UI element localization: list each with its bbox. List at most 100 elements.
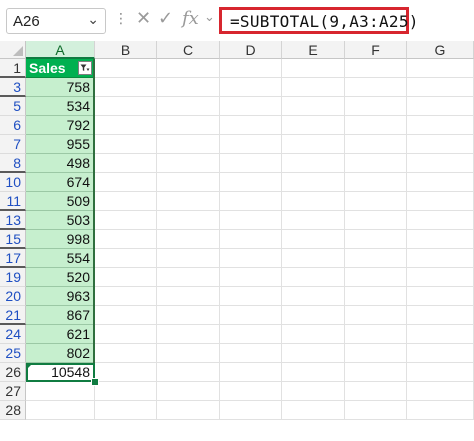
empty-cell[interactable] [345, 116, 407, 135]
empty-cell[interactable] [282, 344, 345, 363]
enter-check-icon[interactable]: ✓ [158, 8, 173, 29]
select-all-button[interactable] [0, 41, 26, 59]
subtotal-cell[interactable]: 10548 [26, 363, 95, 382]
empty-cell[interactable] [282, 59, 345, 78]
empty-cell[interactable] [95, 230, 157, 249]
empty-cell[interactable] [282, 97, 345, 116]
row-header-8[interactable]: 8 [0, 154, 26, 173]
empty-cell[interactable] [220, 382, 282, 401]
row-header-17[interactable]: 17 [0, 249, 26, 268]
empty-cell[interactable] [220, 268, 282, 287]
empty-cell[interactable] [407, 268, 474, 287]
column-header-e[interactable]: E [282, 41, 345, 59]
empty-cell[interactable] [407, 249, 474, 268]
empty-cell[interactable] [95, 306, 157, 325]
empty-cell[interactable] [157, 306, 220, 325]
empty-cell[interactable] [220, 211, 282, 230]
empty-cell[interactable] [345, 97, 407, 116]
empty-cell[interactable] [345, 230, 407, 249]
empty-cell[interactable] [220, 116, 282, 135]
empty-cell[interactable] [95, 135, 157, 154]
empty-cell[interactable] [407, 287, 474, 306]
sales-value-cell[interactable]: 621 [26, 325, 95, 344]
empty-cell[interactable] [282, 287, 345, 306]
empty-cell[interactable] [407, 401, 474, 420]
empty-cell[interactable] [157, 325, 220, 344]
sales-value-cell[interactable]: 802 [26, 344, 95, 363]
sales-value-cell[interactable]: 955 [26, 135, 95, 154]
empty-cell[interactable] [220, 363, 282, 382]
row-header-19[interactable]: 19 [0, 268, 26, 287]
column-header-c[interactable]: C [157, 41, 220, 59]
row-header-10[interactable]: 10 [0, 173, 26, 192]
formula-indicator-icon[interactable] [27, 363, 33, 369]
sales-value-cell[interactable]: 998 [26, 230, 95, 249]
empty-cell[interactable] [157, 268, 220, 287]
column-header-d[interactable]: D [220, 41, 282, 59]
empty-cell[interactable] [407, 135, 474, 154]
row-header-28[interactable]: 28 [0, 401, 26, 420]
empty-cell[interactable] [407, 78, 474, 97]
sales-value-cell[interactable]: 963 [26, 287, 95, 306]
sales-value-cell[interactable]: 498 [26, 154, 95, 173]
empty-cell[interactable] [220, 230, 282, 249]
filter-active-icon[interactable] [78, 61, 92, 75]
empty-cell[interactable] [345, 344, 407, 363]
empty-cell[interactable] [282, 401, 345, 420]
sales-value-cell[interactable]: 534 [26, 97, 95, 116]
empty-cell[interactable] [220, 306, 282, 325]
empty-cell[interactable] [345, 287, 407, 306]
column-header-f[interactable]: F [345, 41, 407, 59]
empty-cell[interactable] [157, 211, 220, 230]
empty-cell[interactable] [407, 306, 474, 325]
row-header-1[interactable]: 1 [0, 59, 26, 78]
empty-cell[interactable] [95, 211, 157, 230]
formula-input[interactable]: =SUBTOTAL(9,A3:A25) [219, 7, 418, 34]
expand-chevron-icon[interactable]: ⌄ [204, 9, 215, 25]
column-header-b[interactable]: B [95, 41, 157, 59]
empty-cell[interactable] [220, 154, 282, 173]
empty-cell[interactable] [407, 173, 474, 192]
empty-cell[interactable] [95, 382, 157, 401]
empty-cell[interactable] [345, 78, 407, 97]
empty-cell[interactable] [95, 325, 157, 344]
empty-cell[interactable] [157, 401, 220, 420]
empty-cell[interactable] [95, 154, 157, 173]
drag-handle-icon[interactable]: ⋮ [114, 10, 128, 27]
row-header-15[interactable]: 15 [0, 230, 26, 249]
empty-cell[interactable] [220, 344, 282, 363]
empty-cell[interactable] [26, 401, 95, 420]
empty-cell[interactable] [345, 325, 407, 344]
empty-cell[interactable] [282, 230, 345, 249]
empty-cell[interactable] [282, 211, 345, 230]
row-header-11[interactable]: 11 [0, 192, 26, 211]
empty-cell[interactable] [407, 97, 474, 116]
empty-cell[interactable] [345, 59, 407, 78]
empty-cell[interactable] [407, 325, 474, 344]
empty-cell[interactable] [282, 382, 345, 401]
empty-cell[interactable] [95, 192, 157, 211]
empty-cell[interactable] [345, 306, 407, 325]
row-header-13[interactable]: 13 [0, 211, 26, 230]
empty-cell[interactable] [282, 268, 345, 287]
empty-cell[interactable] [220, 59, 282, 78]
empty-cell[interactable] [345, 401, 407, 420]
empty-cell[interactable] [157, 249, 220, 268]
empty-cell[interactable] [345, 154, 407, 173]
sales-value-cell[interactable]: 554 [26, 249, 95, 268]
sales-value-cell[interactable]: 520 [26, 268, 95, 287]
row-header-7[interactable]: 7 [0, 135, 26, 154]
column-header-g[interactable]: G [407, 41, 474, 59]
empty-cell[interactable] [95, 78, 157, 97]
empty-cell[interactable] [345, 382, 407, 401]
empty-cell[interactable] [282, 306, 345, 325]
row-header-24[interactable]: 24 [0, 325, 26, 344]
empty-cell[interactable] [345, 135, 407, 154]
empty-cell[interactable] [282, 116, 345, 135]
empty-cell[interactable] [157, 287, 220, 306]
empty-cell[interactable] [345, 211, 407, 230]
empty-cell[interactable] [282, 154, 345, 173]
chevron-down-icon[interactable]: ⌄ [87, 11, 99, 28]
empty-cell[interactable] [95, 268, 157, 287]
empty-cell[interactable] [95, 401, 157, 420]
